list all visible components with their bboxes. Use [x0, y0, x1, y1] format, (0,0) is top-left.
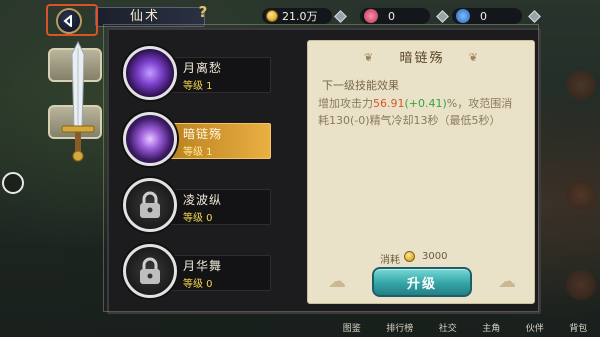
add-pink-button[interactable]	[436, 7, 449, 25]
skill-name: 月离愁	[183, 61, 223, 75]
cost-label: 消耗	[380, 255, 400, 266]
skill-panel: 月离愁 等级 1 暗链殇 等级 1 凌波纵 等级 0 月华舞 等级 0 ❦ 暗链…	[103, 24, 541, 314]
nav-item-atlas[interactable]: 图鉴	[343, 321, 361, 334]
detail-title: 暗链殇	[399, 51, 445, 66]
detail-description: 增加攻击力56.91(+0.41)%，攻范围消耗130(-0)精气冷却13秒（最…	[318, 95, 522, 129]
blue-creature-icon	[456, 9, 470, 23]
cloud-deco-icon: ☁	[328, 271, 346, 292]
nav-item-hero[interactable]: 主角	[482, 321, 500, 334]
skill-item[interactable]: 凌波纵 等级 0	[123, 178, 283, 234]
skill-level: 等级 1	[183, 81, 213, 92]
gold-counter: 21.0万	[266, 7, 318, 25]
blue-currency-counter: 0	[456, 7, 487, 25]
blue-currency-value: 0	[480, 9, 487, 23]
plus-diamond-icon	[528, 9, 541, 23]
skill-name: 月华舞	[183, 259, 223, 273]
padlock-icon	[123, 244, 177, 298]
desc-value: 56.91	[373, 97, 405, 110]
pink-creature-icon	[364, 9, 378, 23]
skill-level: 等级 0	[183, 279, 213, 290]
back-button[interactable]	[46, 4, 98, 36]
pink-currency-value: 0	[388, 9, 395, 23]
padlock-icon	[123, 178, 177, 232]
sword-icon	[61, 40, 95, 162]
nav-item-social[interactable]: 社交	[439, 321, 457, 334]
gold-value: 21.0万	[282, 10, 318, 23]
skill-name: 暗链殇	[183, 127, 223, 141]
coin-icon	[404, 251, 415, 262]
plus-diamond-icon	[334, 9, 347, 23]
desc-delta: (+0.41)	[404, 97, 447, 110]
skill-item[interactable]: 暗链殇 等级 1	[123, 112, 283, 168]
moon-swirl-icon	[123, 46, 177, 100]
nav-item-bag[interactable]: 背包	[569, 321, 587, 334]
desc-text: (-0)	[350, 114, 370, 127]
left-joystick-icon[interactable]	[2, 172, 24, 194]
bottom-nav: 图鉴 排行榜 社交 主角 伙伴 背包	[330, 318, 600, 337]
upgrade-button[interactable]: 升级	[372, 267, 472, 297]
flourish-right-icon: ❦	[468, 51, 478, 64]
skill-detail-card: ❦ 暗链殇 ❦ 下一级技能效果 增加攻击力56.91(+0.41)%，攻范围消耗…	[307, 40, 535, 304]
back-arrow-icon	[56, 8, 82, 34]
help-icon[interactable]: ?	[195, 3, 211, 21]
nav-item-partner[interactable]: 伙伴	[526, 321, 544, 334]
pink-currency-counter: 0	[364, 7, 395, 25]
dark-chain-icon	[123, 112, 177, 166]
skill-list: 月离愁 等级 1 暗链殇 等级 1 凌波纵 等级 0 月华舞 等级 0	[119, 40, 297, 304]
cloud-deco-icon: ☁	[498, 271, 516, 292]
nav-item-ranking[interactable]: 排行榜	[386, 321, 413, 334]
coin-icon	[266, 10, 278, 22]
detail-subtitle: 下一级技能效果	[322, 79, 399, 92]
skill-level: 等级 0	[183, 213, 213, 224]
skill-item[interactable]: 月离愁 等级 1	[123, 46, 283, 102]
page-title: 仙术	[95, 7, 205, 27]
add-blue-button[interactable]	[528, 7, 541, 25]
add-gold-button[interactable]	[334, 7, 347, 25]
skill-item[interactable]: 月华舞 等级 0	[123, 244, 283, 300]
skill-level: 等级 1	[183, 147, 213, 158]
skill-name: 凌波纵	[183, 193, 223, 207]
cost-value: 3000	[422, 251, 448, 262]
desc-text: 增加攻击力	[318, 97, 373, 110]
plus-diamond-icon	[436, 9, 449, 23]
desc-text: 精气冷却13秒（最低5秒）	[369, 114, 501, 127]
